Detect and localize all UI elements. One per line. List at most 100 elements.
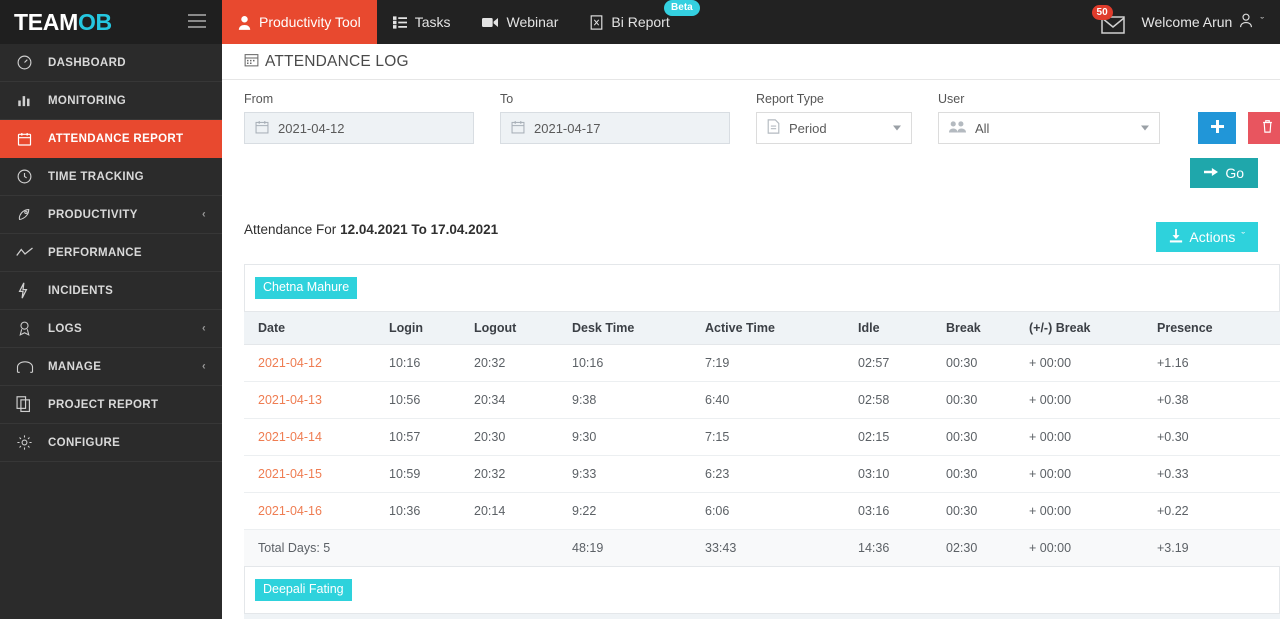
from-date-input[interactable]: 2021-04-12	[244, 112, 474, 144]
cell-date[interactable]: 2021-04-15	[244, 455, 389, 493]
logo[interactable]: TEAMOB	[14, 8, 112, 35]
cell-total-break: 02:30	[946, 529, 1029, 567]
gauge-icon	[16, 55, 38, 71]
col-header-login[interactable]: Login	[389, 613, 474, 619]
cell-desk-time: 9:30	[572, 418, 705, 456]
to-date-input[interactable]: 2021-04-17	[500, 112, 730, 144]
cell-date[interactable]: 2021-04-12	[244, 344, 389, 382]
go-button[interactable]: Go	[1190, 158, 1258, 188]
user-menu[interactable]: Welcome Arun ˇ	[1142, 13, 1268, 31]
cell-date[interactable]: 2021-04-14	[244, 418, 389, 456]
sidebar-item-configure[interactable]: CONFIGURE	[0, 424, 222, 462]
sidebar-item-time-tracking[interactable]: TIME TRACKING	[0, 158, 222, 196]
notifications-button[interactable]: 50	[1090, 5, 1136, 39]
users-icon	[949, 120, 966, 136]
add-button[interactable]	[1198, 112, 1236, 144]
summary-row: Attendance For 12.04.2021 To 17.04.2021 …	[222, 188, 1280, 252]
actions-button[interactable]: Actions ˇ	[1156, 222, 1258, 252]
report-type-select[interactable]: Period	[756, 112, 912, 144]
table-row[interactable]: 2021-04-15 10:59 20:32 9:33 6:23 03:10 0…	[244, 455, 1280, 493]
col-header-break[interactable]: Break	[946, 311, 1029, 345]
brand-header: TEAMOB	[0, 0, 222, 44]
cell-pm-break: + 00:00	[1029, 344, 1157, 382]
table-row[interactable]: 2021-04-13 10:56 20:34 9:38 6:40 02:58 0…	[244, 381, 1280, 419]
col-header-idle[interactable]: Idle	[858, 311, 946, 345]
user-select[interactable]: All	[938, 112, 1160, 144]
sidebar-label: PERFORMANCE	[48, 246, 142, 259]
cell-break: 00:30	[946, 418, 1029, 456]
col-header-idle[interactable]: Idle	[858, 613, 946, 619]
sidebar-item-productivity[interactable]: PRODUCTIVITY ‹	[0, 196, 222, 234]
tab-label: Productivity Tool	[259, 14, 361, 30]
cell-active-time: 7:19	[705, 344, 858, 382]
table-row[interactable]: 2021-04-12 10:16 20:32 10:16 7:19 02:57 …	[244, 344, 1280, 382]
report-type-label: Report Type	[756, 92, 824, 106]
sidebar-item-logs[interactable]: LOGS ‹	[0, 310, 222, 348]
attendance-section: Chetna Mahure Date Login Logout Desk Tim…	[244, 264, 1280, 567]
sidebar-item-project-report[interactable]: PROJECT REPORT	[0, 386, 222, 424]
cell-total-login	[389, 529, 474, 567]
section-name-row: Deepali Fating	[244, 567, 1280, 613]
hamburger-icon[interactable]	[188, 14, 206, 28]
employee-name-badge[interactable]: Deepali Fating	[255, 578, 352, 602]
cell-break: 00:30	[946, 344, 1029, 382]
sidebar-item-incidents[interactable]: INCIDENTS	[0, 272, 222, 310]
col-header-pm-break[interactable]: (+/-) Break	[1029, 613, 1157, 619]
table-row[interactable]: 2021-04-16 10:36 20:14 9:22 6:06 03:16 0…	[244, 492, 1280, 530]
tab-webinar[interactable]: Webinar	[466, 0, 574, 44]
sidebar-item-performance[interactable]: PERFORMANCE	[0, 234, 222, 272]
attendance-section: Deepali Fating Date Login Logout Desk Ti…	[244, 567, 1280, 619]
sidebar-item-attendance-report[interactable]: ATTENDANCE REPORT	[0, 120, 222, 158]
col-header-desk-time[interactable]: Desk Time	[572, 613, 705, 619]
col-header-break[interactable]: Break	[946, 613, 1029, 619]
col-header-date[interactable]: Date	[244, 311, 389, 345]
tab-label: Bi Report	[611, 14, 670, 30]
go-row: Go	[222, 144, 1280, 188]
sitemap-icon	[16, 359, 38, 375]
col-header-presence[interactable]: Presence	[1157, 311, 1280, 345]
col-header-presence[interactable]: Presence	[1157, 613, 1280, 619]
tab-productivity-tool[interactable]: Productivity Tool	[222, 0, 377, 44]
cell-date[interactable]: 2021-04-13	[244, 381, 389, 419]
tab-bi-report[interactable]: Bi Report Beta	[574, 0, 700, 44]
topbar-right: 50 Welcome Arun ˇ	[1090, 0, 1280, 44]
cell-pm-break: + 00:00	[1029, 381, 1157, 419]
cell-idle: 02:57	[858, 344, 946, 382]
download-icon	[1169, 228, 1183, 246]
gear-icon	[16, 435, 38, 451]
col-header-date[interactable]: Date	[244, 613, 389, 619]
cell-presence: +0.30	[1157, 418, 1280, 456]
attendance-table: Date Login Logout Desk Time Active Time …	[244, 311, 1280, 567]
employee-name-badge[interactable]: Chetna Mahure	[255, 276, 358, 300]
rocket-icon	[16, 207, 38, 223]
attendance-for-text: Attendance For 12.04.2021 To 17.04.2021	[244, 222, 498, 237]
col-header-desk-time[interactable]: Desk Time	[572, 311, 705, 345]
cell-idle: 03:10	[858, 455, 946, 493]
beta-badge: Beta	[664, 0, 700, 16]
cell-login: 10:57	[389, 418, 474, 456]
tab-tasks[interactable]: Tasks	[377, 0, 467, 44]
sidebar-item-monitoring[interactable]: MONITORING	[0, 82, 222, 120]
sidebar-item-manage[interactable]: MANAGE ‹	[0, 348, 222, 386]
sidebar: TEAMOB DASHBOARD MONITORING ATTENDANCE R…	[0, 0, 222, 619]
delete-button[interactable]	[1248, 112, 1280, 144]
table-row[interactable]: 2021-04-14 10:57 20:30 9:30 7:15 02:15 0…	[244, 418, 1280, 456]
tab-label: Webinar	[506, 14, 559, 30]
col-header-active-time[interactable]: Active Time	[705, 311, 858, 345]
cell-login: 10:36	[389, 492, 474, 530]
col-header-login[interactable]: Login	[389, 311, 474, 345]
page-header: ATTENDANCE LOG	[222, 44, 1280, 80]
sidebar-label: TIME TRACKING	[48, 170, 144, 183]
cell-date[interactable]: 2021-04-16	[244, 492, 389, 530]
cell-active-time: 7:15	[705, 418, 858, 456]
page-title: ATTENDANCE LOG	[244, 52, 409, 72]
col-header-active-time[interactable]: Active Time	[705, 613, 858, 619]
video-camera-icon	[482, 17, 499, 28]
sidebar-item-dashboard[interactable]: DASHBOARD	[0, 44, 222, 82]
sidebar-label: PROJECT REPORT	[48, 398, 159, 411]
col-header-logout[interactable]: Logout	[474, 613, 572, 619]
notification-count-badge: 50	[1091, 5, 1113, 20]
logo-team: TEAM	[14, 8, 78, 35]
col-header-pm-break[interactable]: (+/-) Break	[1029, 311, 1157, 345]
col-header-logout[interactable]: Logout	[474, 311, 572, 345]
